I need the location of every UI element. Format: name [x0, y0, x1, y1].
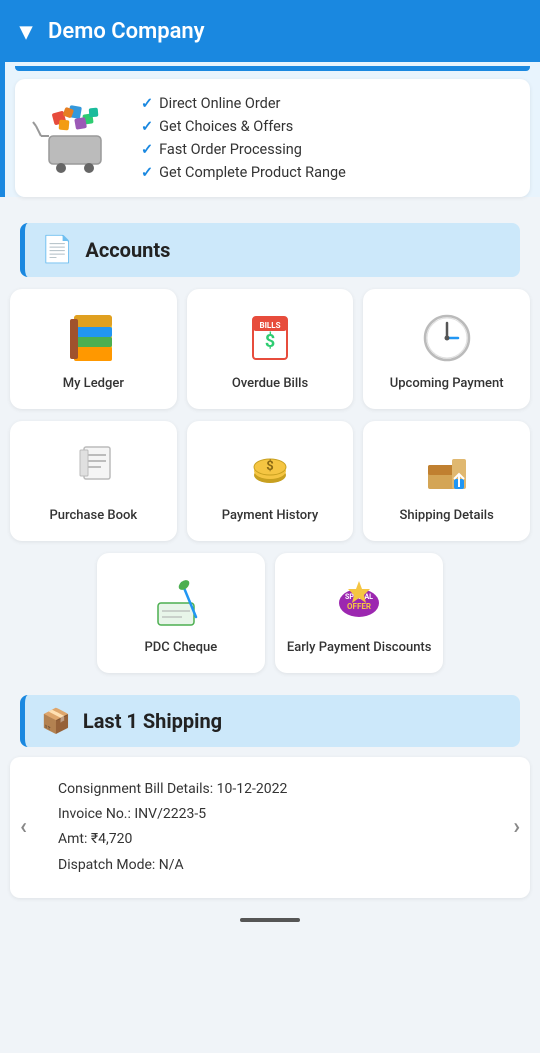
shipping-details: Consignment Bill Details: 10-12-2022 Inv… [58, 777, 482, 878]
overdue-bills-label: Overdue Bills [232, 376, 308, 393]
upcoming-payment-label: Upcoming Payment [390, 376, 504, 393]
shipping-prev-button[interactable]: ‹ [20, 815, 27, 840]
payment-history-label: Payment History [222, 508, 318, 525]
shipping-header-icon: 📦 [41, 707, 71, 735]
last-shipping-header: 📦 Last 1 Shipping [20, 695, 520, 747]
svg-text:$: $ [265, 331, 275, 352]
purchase-book-label: Purchase Book [50, 508, 138, 525]
consignment-detail: Consignment Bill Details: 10-12-2022 [58, 777, 482, 802]
account-item-payment-history[interactable]: $ Payment History [187, 421, 354, 541]
company-dropdown-icon[interactable]: ▾ [20, 17, 32, 45]
accounts-row-2: Purchase Book $ Payment History Shipping De… [0, 421, 540, 553]
app-header: ▾ Demo Company [0, 0, 540, 62]
promo-section: Direct Online Order Get Choices & Offers F… [0, 62, 540, 197]
account-item-upcoming-payment[interactable]: Upcoming Payment [363, 289, 530, 409]
svg-text:BILLS: BILLS [259, 321, 280, 330]
my-ledger-icon [65, 310, 121, 366]
early-payment-discounts-icon: SPECIALOFFER [331, 574, 387, 630]
last-shipping-title: Last 1 Shipping [83, 709, 222, 733]
shipping-card: ‹ Consignment Bill Details: 10-12-2022 I… [10, 757, 530, 898]
promo-feature-item: Fast Order Processing [141, 141, 346, 158]
purchase-book-icon [65, 442, 121, 498]
shipping-details-label: Shipping Details [400, 508, 494, 525]
account-item-early-payment-discounts[interactable]: SPECIALOFFER Early Payment Discounts [275, 553, 443, 673]
last-shipping-section: 📦 Last 1 Shipping ‹ Consignment Bill Det… [10, 695, 530, 898]
accounts-section-header: 📄 Accounts [20, 223, 520, 277]
svg-text:OFFER: OFFER [347, 602, 371, 611]
promo-feature-item: Get Choices & Offers [141, 118, 346, 135]
promo-feature-item: Get Complete Product Range [141, 164, 346, 181]
bottom-bar-line [240, 918, 300, 922]
accounts-row-1: My Ledger BILLS$ Overdue Bills Upcoming Pay… [0, 277, 540, 421]
account-item-shipping-details[interactable]: Shipping Details [363, 421, 530, 541]
upcoming-payment-icon [419, 310, 475, 366]
accounts-title: Accounts [85, 238, 170, 262]
account-item-my-ledger[interactable]: My Ledger [10, 289, 177, 409]
dispatch-detail: Dispatch Mode: N/A [58, 853, 482, 878]
overdue-bills-icon: BILLS$ [242, 310, 298, 366]
amount-detail: Amt: ₹4,720 [58, 827, 482, 852]
pdc-cheque-label: PDC Cheque [144, 640, 217, 657]
svg-text:$: $ [266, 459, 273, 474]
accounts-row-3: PDC Cheque SPECIALOFFER Early Payment Disc… [0, 553, 540, 685]
accounts-icon: 📄 [41, 235, 73, 265]
accounts-section: 📄 Accounts [0, 205, 540, 277]
my-ledger-label: My Ledger [63, 376, 124, 393]
promo-features-list: Direct Online Order Get Choices & Offers F… [141, 95, 346, 181]
bottom-indicator [0, 908, 540, 928]
account-item-purchase-book[interactable]: Purchase Book [10, 421, 177, 541]
account-item-overdue-bills[interactable]: BILLS$ Overdue Bills [187, 289, 354, 409]
promo-feature-item: Direct Online Order [141, 95, 346, 112]
shipping-details-icon [419, 442, 475, 498]
shipping-next-button[interactable]: › [513, 815, 520, 840]
invoice-detail: Invoice No.: INV/2223-5 [58, 802, 482, 827]
company-name: Demo Company [48, 19, 205, 44]
cart-illustration [31, 98, 121, 178]
pdc-cheque-icon [153, 574, 209, 630]
promo-card: Direct Online Order Get Choices & Offers F… [15, 79, 530, 197]
account-item-pdc-cheque[interactable]: PDC Cheque [97, 553, 265, 673]
early-payment-discounts-label: Early Payment Discounts [287, 640, 432, 657]
payment-history-icon: $ [242, 442, 298, 498]
